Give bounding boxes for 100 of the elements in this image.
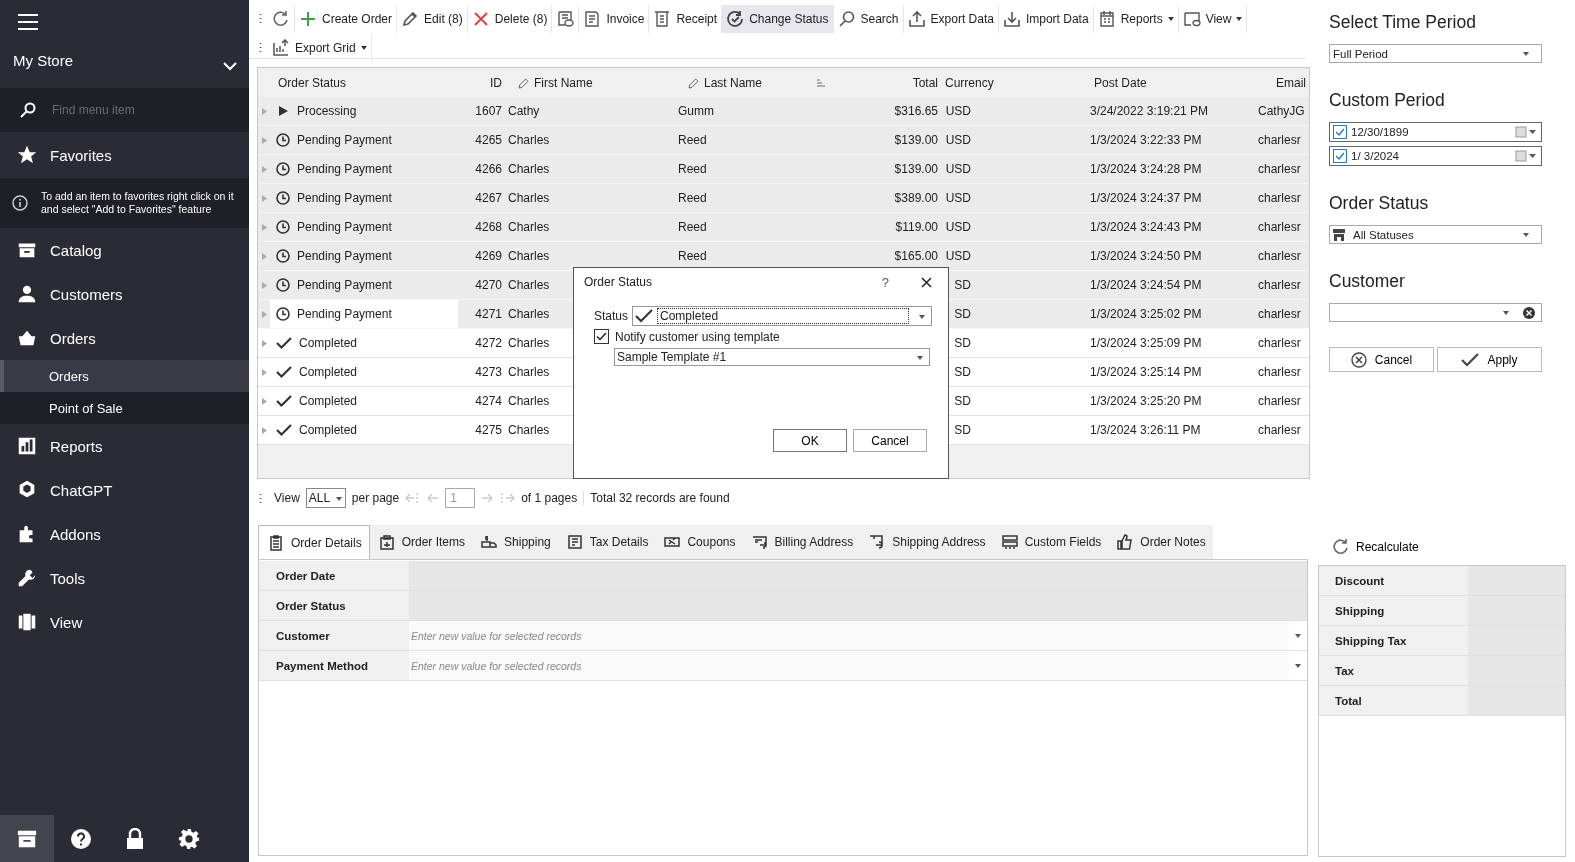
table-cell: SD (954, 336, 971, 350)
table-cell: Charles (508, 336, 550, 350)
checkbox-label: Notify customer using template (615, 329, 780, 344)
table-cell: 3/24/2022 3:19:21 PM (1090, 104, 1209, 118)
table-cell: $139.00 (894, 162, 938, 176)
table-cell: 1/3/2024 3:24:50 PM (1090, 249, 1202, 263)
table-cell: charlesr (1258, 191, 1301, 205)
table-cell: CathyJG (1258, 104, 1305, 118)
store-name: My Store (13, 52, 73, 69)
table-cell: Pending Payment (297, 278, 392, 292)
status-label: Status (594, 309, 629, 323)
view-label: View (274, 491, 300, 505)
section-title: Order Status (1329, 193, 1430, 214)
table-cell: SD (954, 394, 971, 408)
table-cell: Reed (678, 162, 707, 176)
table-cell: Pending Payment (297, 133, 392, 147)
table-cell: Cathy (508, 104, 540, 118)
table-cell: SD (954, 423, 971, 437)
property-label: Customer (259, 621, 409, 650)
table-cell: Charles (508, 133, 550, 147)
property-label: Order Status (259, 591, 409, 620)
table-cell: SD (954, 278, 971, 292)
table-cell: Completed (299, 336, 358, 350)
section-title: Custom Period (1329, 90, 1446, 111)
table-cell: 4267 (475, 191, 502, 205)
table-cell: Gumm (678, 104, 714, 118)
table-cell: Processing (297, 104, 357, 118)
table-cell: $389.00 (894, 191, 938, 205)
pages-label: of 1 pages (521, 491, 578, 505)
table-cell: Reed (678, 220, 707, 234)
table-cell: Pending Payment (297, 191, 392, 205)
favorites-hint: To add an item to favorites right click on it and select "Add to Favorites" feature (41, 190, 235, 216)
table-cell: Pending Payment (297, 307, 392, 321)
table-cell: 1607 (475, 104, 502, 118)
table-cell: charlesr (1258, 249, 1301, 263)
table-cell: 4273 (475, 365, 502, 379)
table-cell: charlesr (1258, 423, 1301, 437)
table-cell: USD (945, 162, 971, 176)
table-cell: Charles (508, 365, 550, 379)
table-cell: charlesr (1258, 365, 1301, 379)
table-cell: 4269 (475, 249, 502, 263)
table-cell: 4270 (475, 278, 502, 292)
table-cell: Completed (299, 365, 358, 379)
table-cell: 1/3/2024 3:25:09 PM (1090, 336, 1202, 350)
total-label: Tax (1319, 656, 1468, 685)
total-label: Shipping Tax (1319, 626, 1468, 655)
table-cell: 1/3/2024 3:24:43 PM (1090, 220, 1202, 234)
table-cell: SD (954, 365, 971, 379)
table-cell: 1/3/2024 3:22:33 PM (1090, 133, 1202, 147)
dialog-title: Order Status (584, 275, 653, 289)
per-page-label: per page (351, 491, 400, 505)
table-cell: charlesr (1258, 307, 1301, 321)
table-cell: 4275 (475, 423, 502, 437)
table-cell: SD (954, 307, 971, 321)
table-cell: Pending Payment (297, 220, 392, 234)
records-summary: Total 32 records are found (583, 491, 730, 505)
table-cell: 1/3/2024 3:24:54 PM (1090, 278, 1202, 292)
table-cell: Charles (508, 394, 550, 408)
table-cell: Charles (508, 191, 550, 205)
table-cell: 4271 (475, 307, 502, 321)
table-cell: Reed (678, 133, 707, 147)
table-cell: Charles (508, 162, 550, 176)
table-cell: Charles (508, 220, 550, 234)
table-cell: charlesr (1258, 133, 1301, 147)
table-cell: Completed (299, 423, 358, 437)
table-cell: 1/3/2024 3:26:11 PM (1090, 423, 1201, 437)
table-cell: 4274 (475, 394, 502, 408)
table-cell: Pending Payment (297, 162, 392, 176)
table-cell: Charles (508, 307, 550, 321)
table-cell: $316.65 (894, 104, 938, 118)
table-cell: $139.00 (894, 133, 938, 147)
total-label: Total (1319, 686, 1468, 715)
section-title: Select Time Period (1329, 12, 1477, 33)
table-cell: 4272 (475, 336, 502, 350)
table-cell: USD (945, 191, 971, 205)
table-cell: Reed (678, 191, 707, 205)
table-cell: USD (945, 104, 971, 118)
table-cell: Completed (299, 394, 358, 408)
table-cell: charlesr (1258, 162, 1301, 176)
property-label: Order Date (259, 561, 409, 590)
total-label: Shipping (1319, 596, 1468, 625)
table-cell: USD (945, 220, 971, 234)
table-cell: $119.00 (895, 220, 938, 234)
table-cell: Pending Payment (297, 249, 392, 263)
table-cell: charlesr (1258, 394, 1301, 408)
table-cell: 1/3/2024 3:24:37 PM (1090, 191, 1202, 205)
table-cell: Charles (508, 249, 550, 263)
table-cell: Reed (678, 249, 707, 263)
property-label: Payment Method (259, 651, 409, 680)
table-cell: Charles (508, 278, 550, 292)
table-cell: charlesr (1258, 220, 1301, 234)
table-cell: 1/3/2024 3:24:28 PM (1090, 162, 1202, 176)
table-cell: charlesr (1258, 336, 1301, 350)
table-cell: 4266 (475, 162, 502, 176)
table-cell: 4268 (475, 220, 502, 234)
table-cell: 1/3/2024 3:25:02 PM (1090, 307, 1202, 321)
table-cell: Charles (508, 423, 550, 437)
table-cell: $165.00 (894, 249, 938, 263)
table-cell: 1/3/2024 3:25:20 PM (1090, 394, 1202, 408)
section-title: Customer (1329, 271, 1406, 292)
